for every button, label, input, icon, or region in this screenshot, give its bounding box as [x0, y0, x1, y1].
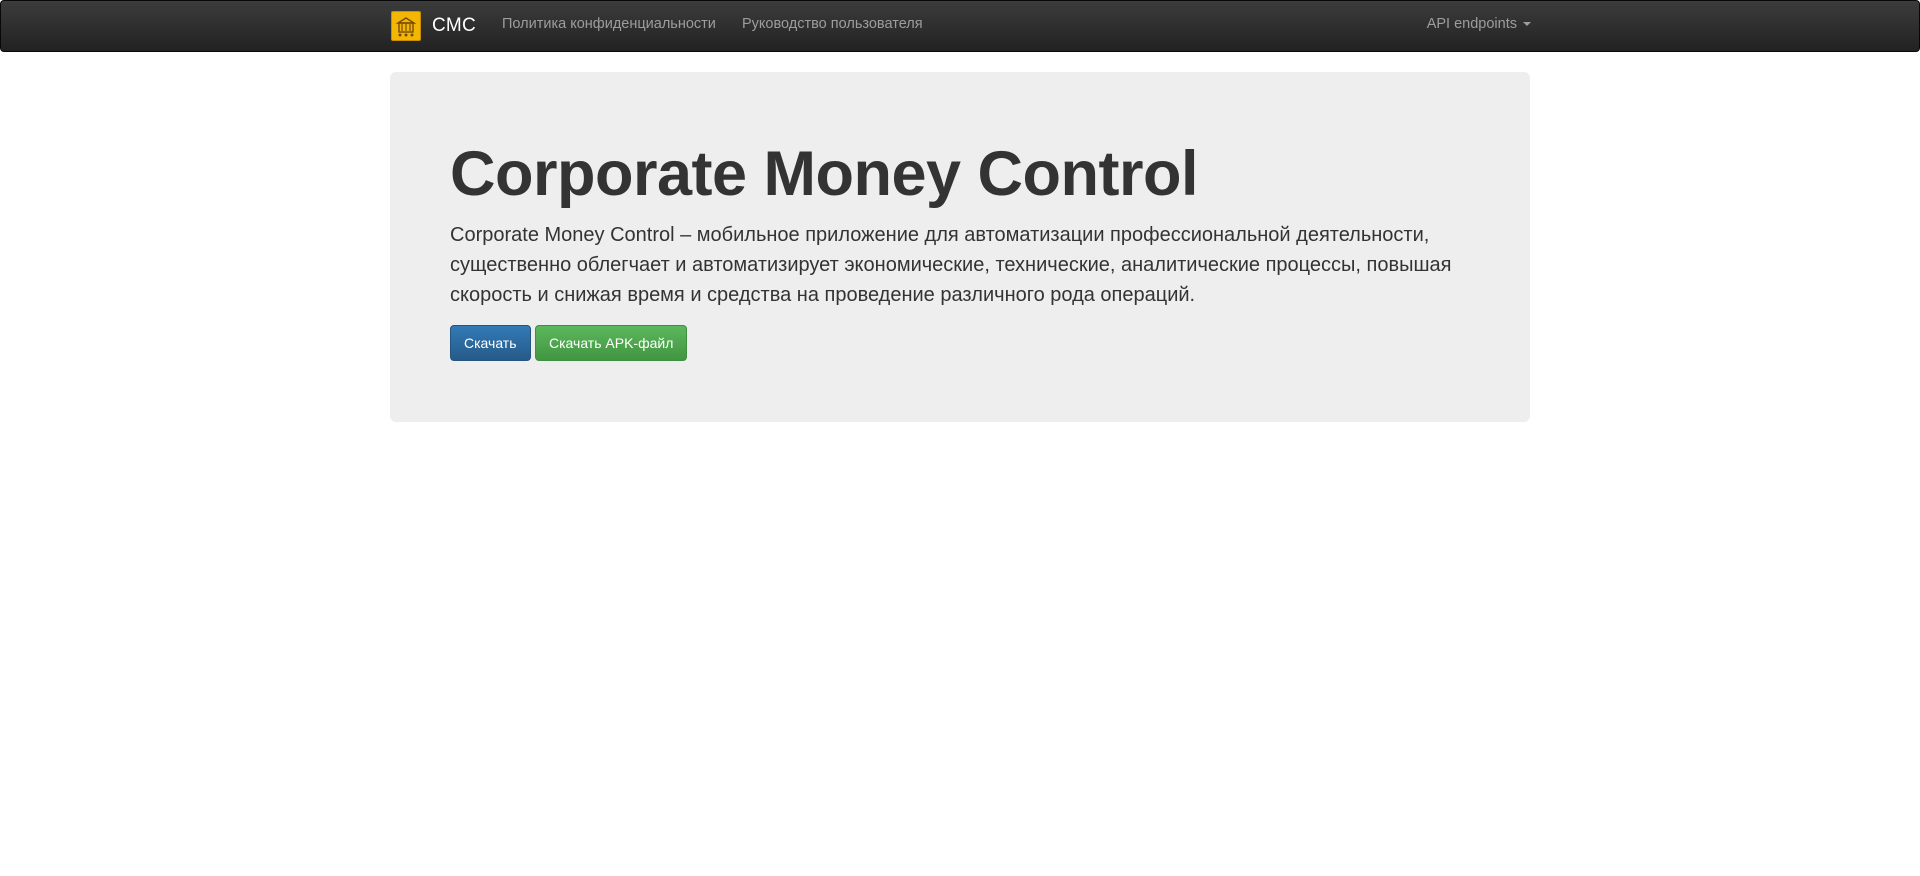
jumbotron: Corporate Money Control Corporate Money …	[390, 72, 1530, 422]
nav-dropdown-api-endpoints[interactable]: API endpoints	[1427, 16, 1531, 32]
building-logo-icon	[391, 11, 421, 41]
lead-description: Corporate Money Control – мобильное прил…	[450, 224, 1452, 306]
brand-text: CMC	[432, 15, 476, 36]
nav-link-privacy[interactable]: Политика конфиденциальности	[502, 16, 716, 32]
page-title: Corporate Money Control	[450, 139, 1199, 209]
navbar-container: CMC Политика конфиденциальности Руководс…	[391, 1, 1531, 51]
download-apk-button[interactable]: Скачать APK-файл	[535, 325, 688, 361]
caret-down-icon	[1523, 22, 1531, 27]
download-button[interactable]: Скачать	[450, 325, 531, 361]
top-navbar: CMC Политика конфиденциальности Руководс…	[0, 0, 1920, 52]
brand-link[interactable]: CMC	[391, 11, 476, 41]
api-endpoints-label: API endpoints	[1426, 16, 1517, 32]
nav-link-user-guide[interactable]: Руководство пользователя	[742, 16, 923, 32]
